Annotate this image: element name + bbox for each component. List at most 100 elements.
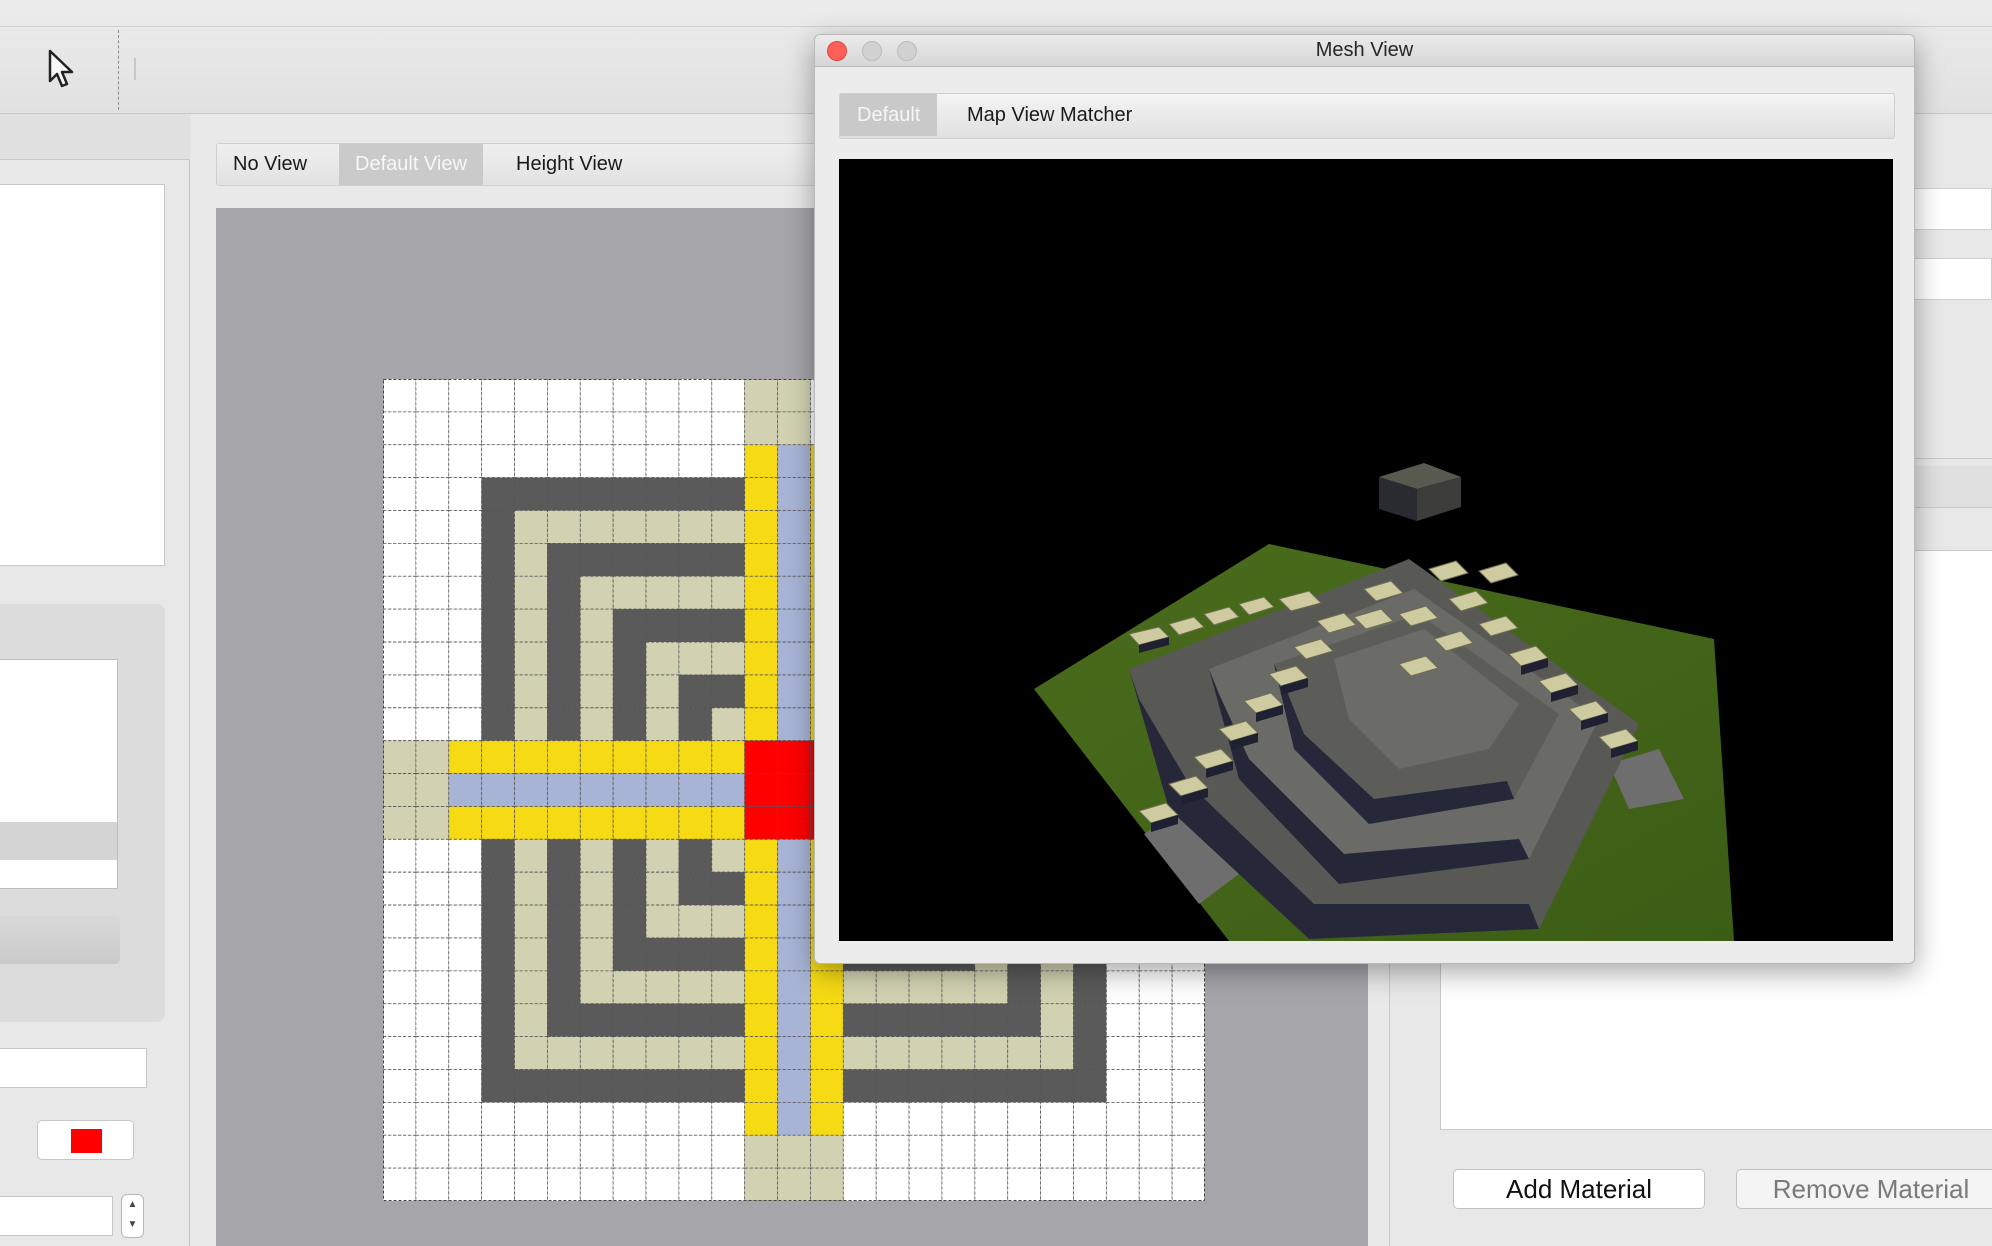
map-tile[interactable] xyxy=(777,1069,811,1103)
map-tile[interactable] xyxy=(415,674,450,709)
map-tile[interactable] xyxy=(546,608,581,643)
map-tile[interactable] xyxy=(383,1134,417,1169)
map-tile[interactable] xyxy=(744,1101,778,1136)
map-tile[interactable] xyxy=(678,1101,713,1136)
map-tile[interactable] xyxy=(842,970,877,1005)
map-tile[interactable] xyxy=(645,1101,680,1136)
map-tile[interactable] xyxy=(579,1069,614,1103)
map-tile[interactable] xyxy=(514,510,548,544)
map-tile[interactable] xyxy=(612,707,647,742)
add-material-button[interactable]: Add Material xyxy=(1453,1169,1705,1209)
map-tile[interactable] xyxy=(777,674,811,709)
map-tile[interactable] xyxy=(711,1101,746,1136)
map-tile[interactable] xyxy=(415,575,450,610)
map-tile[interactable] xyxy=(612,904,647,939)
map-tile[interactable] xyxy=(908,1036,943,1070)
map-tile[interactable] xyxy=(579,608,614,643)
map-tile[interactable] xyxy=(1007,970,1041,1005)
map-tile[interactable] xyxy=(546,1036,581,1070)
map-tile[interactable] xyxy=(546,674,581,709)
map-tile[interactable] xyxy=(678,510,713,544)
map-tile[interactable] xyxy=(875,1134,910,1169)
map-tile[interactable] xyxy=(941,1036,976,1070)
map-tile[interactable] xyxy=(645,806,680,840)
map-tile[interactable] xyxy=(645,1036,680,1070)
property-field-1[interactable] xyxy=(1914,188,1992,230)
value-spinbox[interactable] xyxy=(0,1196,113,1236)
map-tile[interactable] xyxy=(448,773,483,807)
map-tile[interactable] xyxy=(383,477,417,511)
map-tile[interactable] xyxy=(678,904,713,939)
map-tile[interactable] xyxy=(1073,1167,1107,1201)
tile-list-selected-row[interactable] xyxy=(0,822,117,860)
map-tile[interactable] xyxy=(711,937,746,972)
map-tile[interactable] xyxy=(612,510,647,544)
map-tile[interactable] xyxy=(1138,1036,1173,1070)
left-panel-button[interactable] xyxy=(0,916,120,964)
map-tile[interactable] xyxy=(415,1134,450,1169)
map-tile[interactable] xyxy=(1073,970,1107,1005)
map-tile[interactable] xyxy=(645,542,680,577)
map-tile[interactable] xyxy=(744,871,778,906)
map-tile[interactable] xyxy=(678,1036,713,1070)
map-tile[interactable] xyxy=(678,411,713,446)
map-tile[interactable] xyxy=(579,1101,614,1136)
map-tile[interactable] xyxy=(777,970,811,1005)
map-tile[interactable] xyxy=(546,1167,581,1201)
map-tile[interactable] xyxy=(514,477,548,511)
map-tile[interactable] xyxy=(612,970,647,1005)
name-field[interactable] xyxy=(0,1048,147,1088)
map-tile[interactable] xyxy=(777,707,811,742)
map-tile[interactable] xyxy=(1138,1069,1173,1103)
map-tile[interactable] xyxy=(612,1069,647,1103)
map-tile[interactable] xyxy=(974,1003,1009,1037)
map-tile[interactable] xyxy=(514,379,548,413)
map-tile[interactable] xyxy=(777,379,811,413)
map-tile[interactable] xyxy=(514,806,548,840)
map-tile[interactable] xyxy=(1138,970,1173,1005)
map-tile[interactable] xyxy=(579,838,614,873)
map-tile[interactable] xyxy=(744,575,778,610)
map-tile[interactable] xyxy=(678,838,713,873)
map-tile[interactable] xyxy=(612,1036,647,1070)
map-tile[interactable] xyxy=(415,806,450,840)
map-tile[interactable] xyxy=(744,773,778,807)
map-tile[interactable] xyxy=(941,1101,976,1136)
map-tile[interactable] xyxy=(1171,970,1205,1005)
map-tile[interactable] xyxy=(546,1134,581,1169)
map-tile[interactable] xyxy=(810,970,844,1005)
map-tile[interactable] xyxy=(744,806,778,840)
map-tile[interactable] xyxy=(744,608,778,643)
map-tile[interactable] xyxy=(383,871,417,906)
map-tile[interactable] xyxy=(546,477,581,511)
map-tile[interactable] xyxy=(974,1134,1009,1169)
map-tile[interactable] xyxy=(481,1167,515,1201)
map-tile[interactable] xyxy=(514,904,548,939)
map-tile[interactable] xyxy=(744,707,778,742)
map-tile[interactable] xyxy=(1007,1101,1041,1136)
map-tile[interactable] xyxy=(481,411,515,446)
map-tile[interactable] xyxy=(383,608,417,643)
map-tile[interactable] xyxy=(546,510,581,544)
map-tile[interactable] xyxy=(777,1003,811,1037)
map-tile[interactable] xyxy=(645,1003,680,1037)
map-tile[interactable] xyxy=(383,641,417,676)
map-tile[interactable] xyxy=(415,871,450,906)
map-tile[interactable] xyxy=(448,510,483,544)
map-tile[interactable] xyxy=(678,1003,713,1037)
map-tile[interactable] xyxy=(546,740,581,774)
map-tile[interactable] xyxy=(448,575,483,610)
map-tile[interactable] xyxy=(711,871,746,906)
map-tile[interactable] xyxy=(678,1069,713,1103)
map-tile[interactable] xyxy=(678,707,713,742)
map-tile[interactable] xyxy=(810,1101,844,1136)
map-tile[interactable] xyxy=(383,1003,417,1037)
map-tile[interactable] xyxy=(842,1167,877,1201)
map-tile[interactable] xyxy=(383,970,417,1005)
map-tile[interactable] xyxy=(383,1101,417,1136)
map-tile[interactable] xyxy=(579,1036,614,1070)
map-tile[interactable] xyxy=(1105,1167,1140,1201)
map-tile[interactable] xyxy=(546,871,581,906)
map-tile[interactable] xyxy=(481,510,515,544)
map-tile[interactable] xyxy=(777,542,811,577)
